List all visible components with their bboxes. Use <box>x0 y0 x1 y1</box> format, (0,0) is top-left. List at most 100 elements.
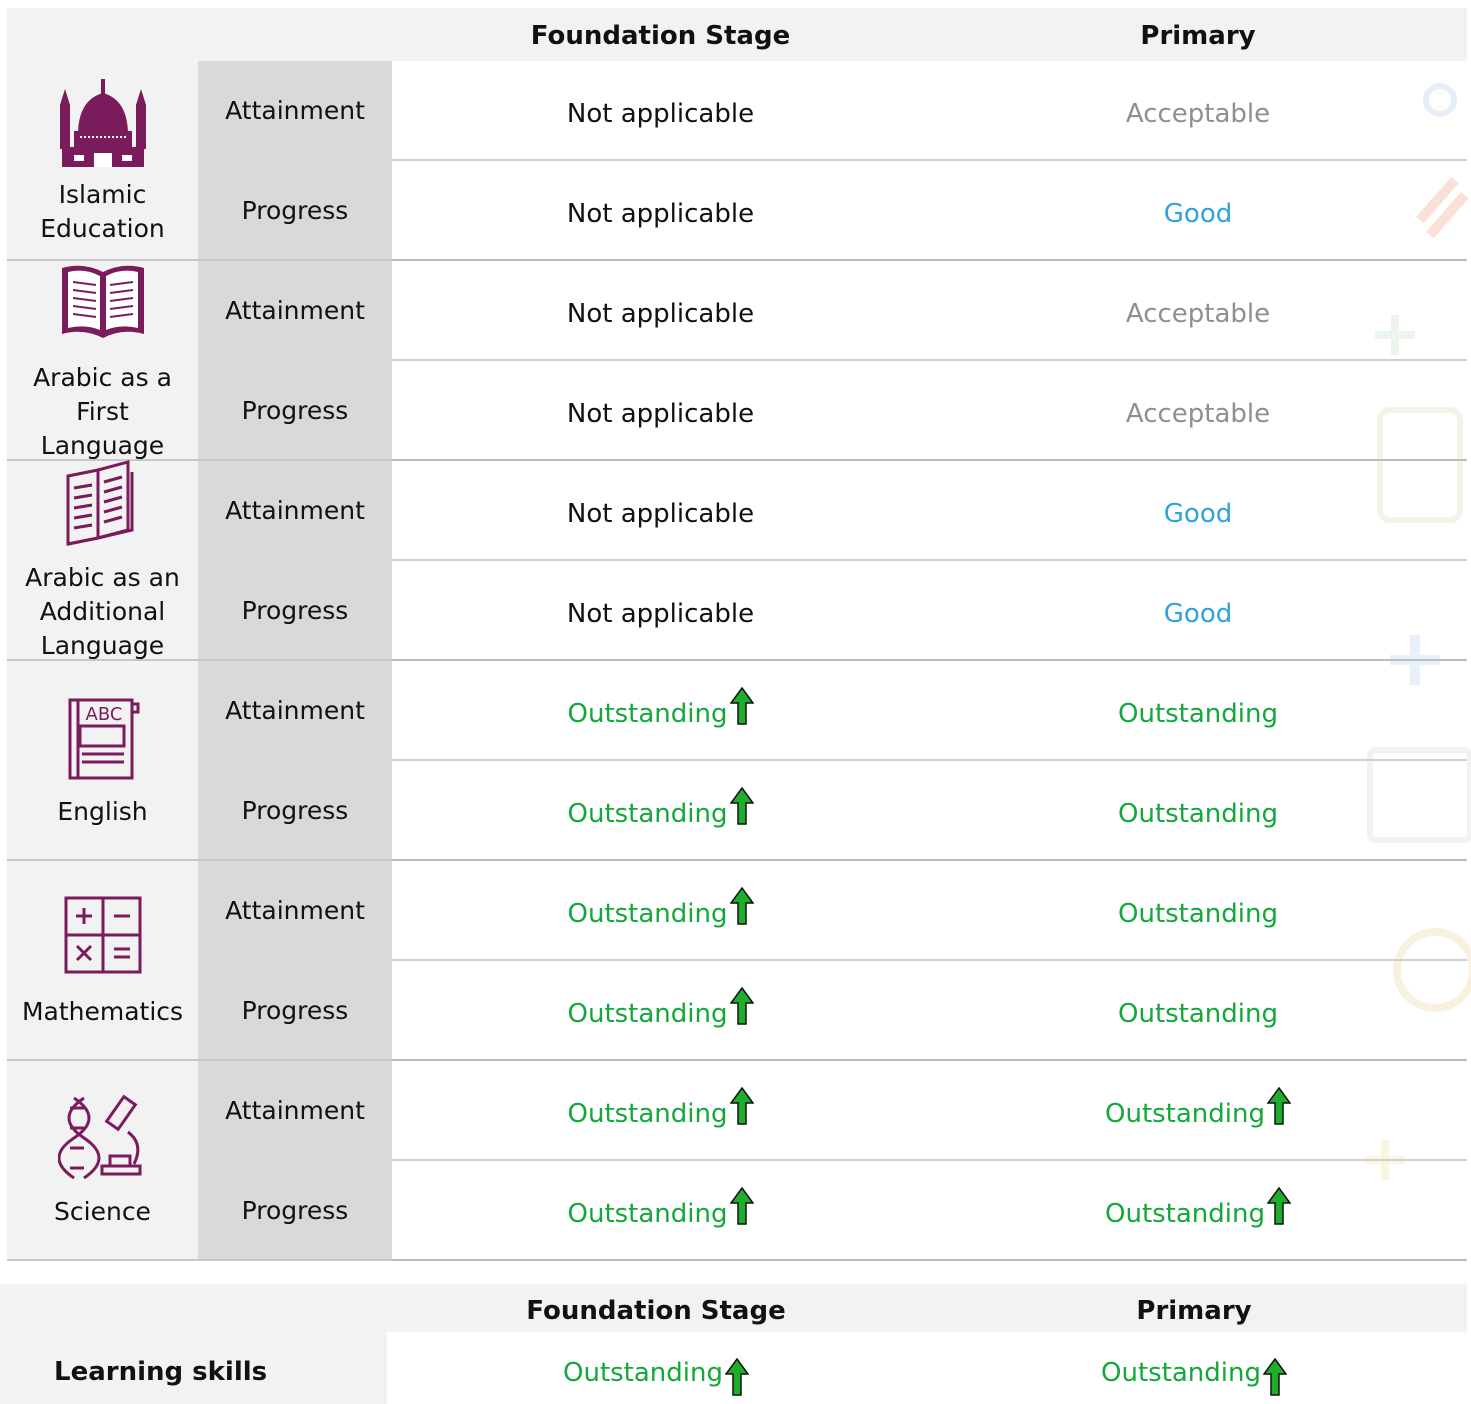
rating-text: Not applicable <box>566 398 755 429</box>
rating-text: Outstanding <box>1101 1357 1261 1388</box>
measure-label: Progress <box>198 561 392 661</box>
rating-text: Good <box>1163 198 1233 229</box>
measure-label: Attainment <box>198 1061 392 1161</box>
table-row: Not applicable Acceptable <box>392 61 1467 161</box>
table-row: Not applicable Acceptable <box>392 261 1467 361</box>
subject-cell: Arabic as a First Language <box>7 261 198 461</box>
primary-value: Outstanding <box>929 761 1467 861</box>
rating-text: Acceptable <box>1125 98 1271 129</box>
up-arrow-icon <box>729 1187 754 1225</box>
table-header: Foundation Stage Primary <box>7 8 1467 61</box>
header-foundation-stage: Foundation Stage <box>530 21 791 51</box>
measure-label: Progress <box>198 761 392 861</box>
rating-text: Outstanding <box>567 1098 728 1129</box>
foundation-value: Not applicable <box>392 61 929 161</box>
dna-microscope-icon <box>57 1092 148 1191</box>
up-arrow-icon <box>729 987 754 1025</box>
measure-label: Attainment <box>198 261 392 361</box>
learning-skills-table: Foundation Stage Primary Learning skills… <box>0 1284 1467 1404</box>
measure-label: Attainment <box>198 61 392 161</box>
table-row: Not applicable Acceptable <box>392 361 1467 461</box>
learning-skills-foundation-value: Outstanding <box>387 1332 925 1404</box>
table-row: Outstanding Outstanding <box>392 861 1467 961</box>
foundation-value: Outstanding <box>392 1061 929 1161</box>
rating-text: Outstanding <box>1118 998 1278 1029</box>
table-row: Not applicable Good <box>392 561 1467 661</box>
svg-text:ABC: ABC <box>85 704 122 725</box>
table-row: Outstanding Outstanding <box>392 1161 1467 1261</box>
subject-cell: Arabic as an Additional Language <box>7 458 198 661</box>
rating-text: Outstanding <box>567 1198 728 1229</box>
up-arrow-icon <box>729 1087 754 1125</box>
table-row: Not applicable Good <box>392 461 1467 561</box>
rating-text: Outstanding <box>1118 698 1278 729</box>
subject-cell: Mathematics <box>7 861 198 1061</box>
measure-label: Attainment <box>198 661 392 761</box>
foundation-value: Outstanding <box>392 1161 929 1261</box>
primary-value: Outstanding <box>929 1061 1467 1161</box>
abc-book-icon: ABC <box>58 692 148 791</box>
learning-skills-header: Foundation Stage Primary <box>0 1284 1467 1332</box>
subject-label: Science <box>54 1196 151 1226</box>
report-page: Foundation Stage Primary Islamic Educati… <box>0 0 1471 1404</box>
table-row: Not applicable Good <box>392 161 1467 261</box>
subject-label: Arabic as an Additional Language <box>25 562 180 660</box>
foundation-value: Not applicable <box>392 561 929 661</box>
primary-value: Outstanding <box>929 861 1467 961</box>
up-arrow-icon <box>1267 1187 1291 1225</box>
measure-label: Attainment <box>198 861 392 961</box>
up-arrow-icon <box>729 687 754 725</box>
rating-text: Outstanding <box>1118 798 1278 829</box>
foundation-value: Outstanding <box>392 661 929 761</box>
primary-value: Outstanding <box>929 1161 1467 1261</box>
open-book-icon <box>58 258 148 357</box>
calculator-icon <box>58 892 148 991</box>
book-outline-icon <box>58 458 148 557</box>
rating-text: Not applicable <box>566 598 755 629</box>
foundation-value: Outstanding <box>392 861 929 961</box>
primary-value: Outstanding <box>929 961 1467 1061</box>
rating-text: Outstanding <box>567 998 728 1029</box>
rating-text: Not applicable <box>566 298 755 329</box>
rating-text: Outstanding <box>1105 1198 1265 1229</box>
primary-value: Good <box>929 461 1467 561</box>
primary-value: Outstanding <box>929 661 1467 761</box>
primary-value: Good <box>929 561 1467 661</box>
up-arrow-icon <box>729 787 754 825</box>
measure-label: Progress <box>198 161 392 261</box>
up-arrow-icon <box>1263 1358 1287 1396</box>
primary-value: Good <box>929 161 1467 261</box>
table-row: Outstanding Outstanding <box>392 1061 1467 1161</box>
learning-skills-primary-value: Outstanding <box>925 1332 1463 1404</box>
mosque-icon <box>58 75 148 174</box>
rating-text: Not applicable <box>566 98 755 129</box>
measure-label: Attainment <box>198 461 392 561</box>
rating-text: Good <box>1163 498 1233 529</box>
rating-text: Acceptable <box>1125 398 1271 429</box>
subject-label: Arabic as a First Language <box>33 362 172 460</box>
up-arrow-icon <box>725 1358 749 1396</box>
foundation-value: Not applicable <box>392 461 929 561</box>
rating-text: Outstanding <box>563 1357 723 1388</box>
header-foundation-stage: Foundation Stage <box>526 1296 786 1326</box>
rating-text: Not applicable <box>566 198 755 229</box>
subject-label: English <box>57 796 148 826</box>
foundation-value: Outstanding <box>392 961 929 1061</box>
header-primary: Primary <box>1136 1296 1252 1326</box>
foundation-value: Outstanding <box>392 761 929 861</box>
foundation-value: Not applicable <box>392 161 929 261</box>
rating-text: Outstanding <box>567 798 728 829</box>
primary-value: Acceptable <box>929 61 1467 161</box>
measure-label: Progress <box>198 361 392 461</box>
up-arrow-icon <box>1267 1087 1291 1125</box>
rating-text: Outstanding <box>1118 898 1278 929</box>
foundation-value: Not applicable <box>392 361 929 461</box>
measure-label: Progress <box>198 961 392 1061</box>
primary-value: Acceptable <box>929 261 1467 361</box>
subject-label: Mathematics <box>21 996 184 1026</box>
up-arrow-icon <box>729 887 754 925</box>
table-row: Outstanding Outstanding <box>392 961 1467 1061</box>
table-row: Outstanding Outstanding <box>392 661 1467 761</box>
subject-cell: Science <box>7 1061 198 1261</box>
rating-text: Good <box>1163 598 1233 629</box>
